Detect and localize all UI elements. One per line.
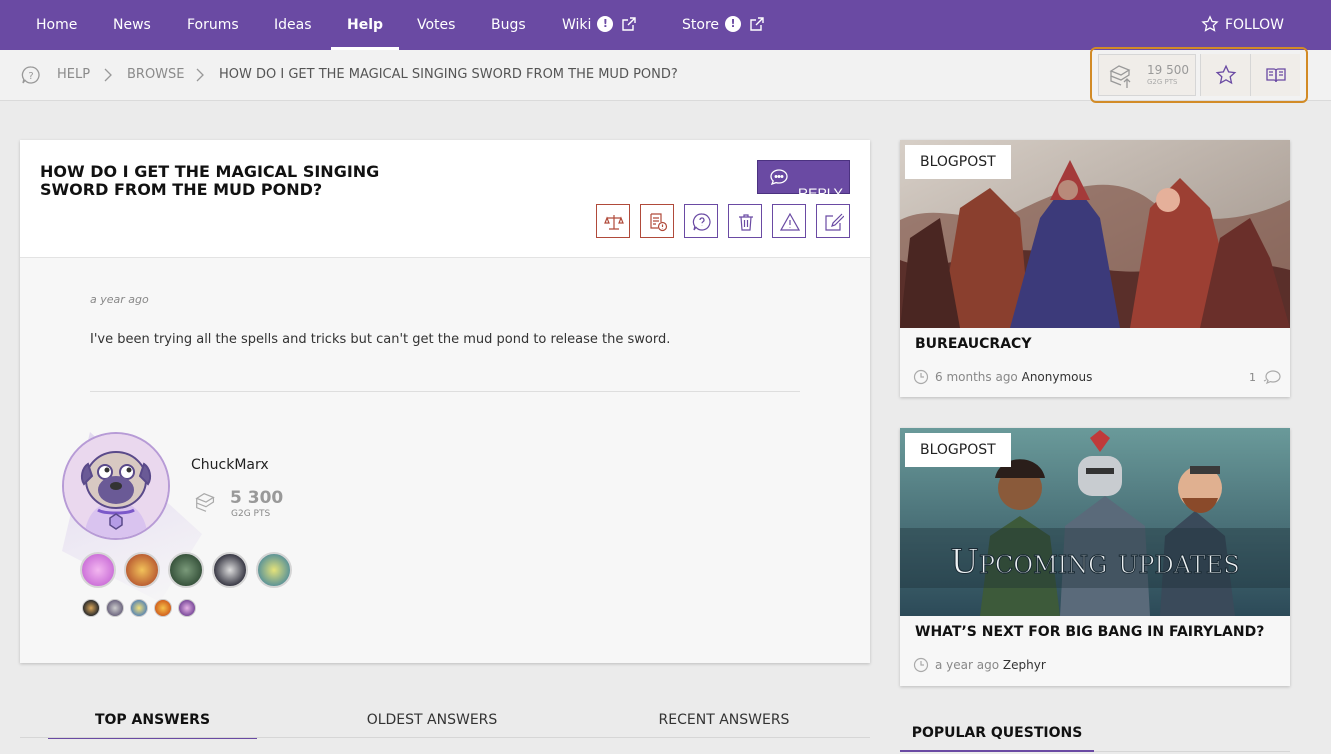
chevron-right-icon — [104, 68, 112, 82]
blogpost-time: a year ago — [935, 658, 1000, 672]
nav-store[interactable]: Store — [682, 17, 719, 33]
question-title: HOW DO I GET THE MAGICAL SINGING SWORD F… — [40, 162, 380, 199]
question-body: I've been trying all the spells and tric… — [90, 332, 671, 347]
nav-news[interactable]: News — [113, 0, 151, 50]
guide-button[interactable] — [1250, 54, 1300, 96]
ask-related-button[interactable] — [684, 204, 718, 238]
star-icon — [1201, 15, 1219, 32]
comment-count[interactable]: 1 — [1249, 369, 1282, 385]
avatar[interactable] — [62, 432, 170, 540]
badge-mountain-icon[interactable] — [212, 552, 248, 588]
points-icon — [1109, 65, 1131, 88]
pug-avatar-image — [64, 434, 168, 538]
warning-icon — [780, 212, 800, 231]
clock-icon — [913, 657, 929, 673]
author-points: 5 300 — [230, 488, 284, 508]
image-caption: Upcoming updates — [950, 542, 1239, 582]
question-bubble-icon — [692, 213, 711, 231]
open-book-icon — [1266, 68, 1286, 83]
nav-home[interactable]: Home — [36, 0, 77, 50]
chat-bubble-icon — [770, 169, 788, 185]
blogpost-card[interactable]: BLOGPOST BUREAUCRACY 6 months ago Anonym… — [900, 140, 1290, 397]
notice-badge: ! — [597, 16, 614, 32]
star-icon — [1215, 64, 1237, 85]
tab-popular-questions[interactable]: POPULAR QUESTIONS — [900, 718, 1094, 752]
author-points-label: G2G PTS — [231, 509, 271, 519]
mini-badge-icon[interactable] — [178, 599, 196, 617]
nav-ideas[interactable]: Ideas — [274, 0, 312, 50]
chevron-right-icon — [196, 68, 204, 82]
mini-badge-icon[interactable] — [154, 599, 172, 617]
blogpost-author[interactable]: Zephyr — [1003, 658, 1046, 672]
svg-text:?: ? — [28, 71, 33, 82]
mini-badge-icon[interactable] — [82, 599, 100, 617]
blogpost-image[interactable]: Upcoming updates BLOGPOST — [900, 428, 1290, 616]
tab-oldest-answers[interactable]: OLDEST ANSWERS — [340, 703, 524, 739]
blogpost-image[interactable]: BLOGPOST — [900, 140, 1290, 328]
blogpost-card[interactable]: Upcoming updates BLOGPOST WHAT’S NEXT FO… — [900, 428, 1290, 686]
follow-label: FOLLOW — [1224, 17, 1284, 33]
edit-button[interactable] — [816, 204, 850, 238]
badge-signpost-icon[interactable] — [256, 552, 292, 588]
external-link-icon[interactable] — [621, 3, 637, 53]
breadcrumb-current: HOW DO I GET THE MAGICAL SINGING SWORD F… — [219, 67, 678, 82]
badge-pirate-icon[interactable] — [124, 552, 160, 588]
question-time: a year ago — [90, 293, 149, 306]
external-link-icon[interactable] — [749, 3, 765, 53]
comment-icon — [1263, 370, 1281, 385]
edit-icon — [825, 213, 844, 231]
top-navigation: Home News Forums Ideas Help Votes Bugs W… — [0, 0, 1331, 50]
user-points-label: G2G PTS — [1147, 78, 1178, 86]
blogpost-title[interactable]: BUREAUCRACY — [915, 336, 1031, 352]
question-header: HOW DO I GET THE MAGICAL SINGING SWORD F… — [20, 140, 870, 258]
nav-store-group: Store! — [682, 0, 765, 50]
blogpost-meta: 6 months ago Anonymous — [913, 369, 1092, 385]
blogpost-author[interactable]: Anonymous — [1022, 370, 1093, 384]
help-icon: ? — [21, 65, 41, 89]
popular-underline — [1094, 751, 1290, 752]
tab-recent-answers[interactable]: RECENT ANSWERS — [630, 703, 818, 739]
nav-forums[interactable]: Forums — [187, 0, 239, 50]
trash-icon — [739, 214, 753, 231]
reply-button[interactable]: REPLY — [757, 160, 850, 201]
badge-leaf-icon[interactable] — [168, 552, 204, 588]
points-icon — [195, 493, 215, 512]
flag-answer-button[interactable] — [640, 204, 674, 238]
moderate-button[interactable] — [596, 204, 630, 238]
nav-bugs[interactable]: Bugs — [491, 0, 526, 50]
report-button[interactable] — [772, 204, 806, 238]
author-name[interactable]: ChuckMarx — [191, 457, 269, 473]
blogpost-title[interactable]: WHAT’S NEXT FOR BIG BANG IN FAIRYLAND? — [915, 624, 1264, 640]
follow-button[interactable]: FOLLOW — [1201, 0, 1284, 50]
tab-top-answers[interactable]: TOP ANSWERS — [48, 703, 257, 739]
tabs-underline — [20, 737, 870, 738]
mini-badge-icon[interactable] — [130, 599, 148, 617]
blogpost-time: 6 months ago — [935, 370, 1018, 384]
favorites-button[interactable] — [1200, 54, 1250, 96]
nav-wiki-group: Wiki! — [562, 0, 637, 50]
nav-help[interactable]: Help — [330, 0, 400, 50]
question-card: HOW DO I GET THE MAGICAL SINGING SWORD F… — [20, 140, 870, 663]
nav-votes[interactable]: Votes — [417, 0, 455, 50]
clock-icon — [913, 369, 929, 385]
badge-envelope-icon[interactable] — [80, 552, 116, 588]
scales-icon — [604, 215, 624, 230]
user-points-button[interactable]: 19 500 G2G PTS — [1098, 54, 1196, 96]
breadcrumb-help[interactable]: HELP — [57, 50, 90, 100]
report-doc-icon — [650, 213, 668, 232]
nav-wiki[interactable]: Wiki — [562, 17, 591, 33]
blogpost-meta: a year ago Zephyr — [913, 657, 1046, 673]
mini-badge-icon[interactable] — [106, 599, 124, 617]
breadcrumb-browse[interactable]: BROWSE — [127, 50, 185, 100]
blogpost-tag: BLOGPOST — [905, 145, 1011, 179]
comment-count-value: 1 — [1249, 371, 1256, 384]
notice-badge: ! — [725, 16, 742, 32]
divider — [90, 391, 800, 392]
user-points-value: 19 500 — [1147, 63, 1189, 77]
blogpost-tag: BLOGPOST — [905, 433, 1011, 467]
delete-button[interactable] — [728, 204, 762, 238]
